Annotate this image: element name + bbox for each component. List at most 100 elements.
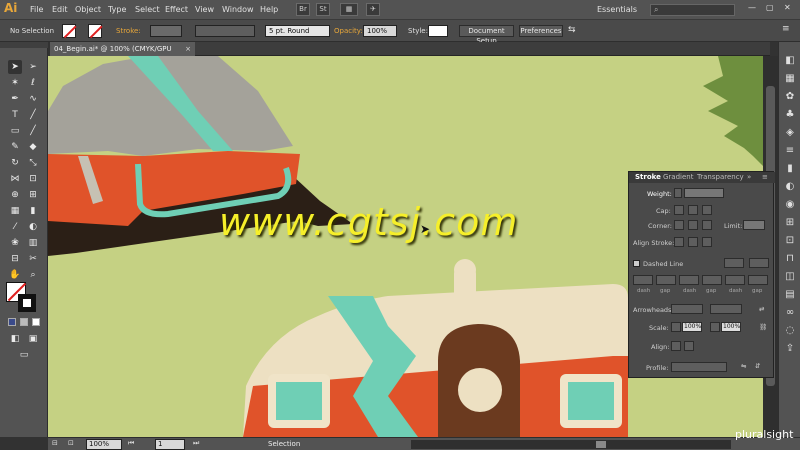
opacity-field[interactable]: 100% xyxy=(363,25,397,37)
stroke-weight-field[interactable] xyxy=(150,25,182,37)
stroke-swatch[interactable] xyxy=(88,24,102,38)
stock-button[interactable]: St xyxy=(316,3,330,16)
round-cap-button[interactable] xyxy=(688,205,698,215)
dash-field-3[interactable] xyxy=(725,275,745,285)
menu-edit[interactable]: Edit xyxy=(52,5,68,14)
horizontal-scrollbar[interactable] xyxy=(411,440,731,449)
stroke-color-icon[interactable] xyxy=(18,294,36,312)
limit-field[interactable] xyxy=(743,220,765,230)
curvature-tool-icon[interactable]: ∿ xyxy=(26,92,40,106)
artboard-tool-icon[interactable]: ⊟ xyxy=(8,252,22,266)
free-transform-tool-icon[interactable]: ⊡ xyxy=(26,172,40,186)
eyedropper-tool-icon[interactable]: ⁄ xyxy=(8,220,22,234)
zoom-tool-icon[interactable]: ⌕ xyxy=(26,268,40,282)
arrow-place-button[interactable] xyxy=(684,341,694,351)
perspective-grid-tool-icon[interactable]: ⊞ xyxy=(26,188,40,202)
menu-object[interactable]: Object xyxy=(75,5,101,14)
variable-width-profile[interactable] xyxy=(195,25,255,37)
selection-tool-icon[interactable]: ➤ xyxy=(8,60,22,74)
transparency-alt-panel-icon[interactable]: ◌ xyxy=(783,324,797,338)
horizontal-scroll-thumb[interactable] xyxy=(596,441,606,448)
transform-panel-icon[interactable]: ⊡ xyxy=(783,234,797,248)
shaper-tool-icon[interactable]: ✎ xyxy=(8,140,22,154)
direct-selection-tool-icon[interactable]: ➢ xyxy=(26,60,40,74)
appearance-panel-icon[interactable]: ◉ xyxy=(783,198,797,212)
tab-transparency[interactable]: Transparency xyxy=(697,173,744,181)
none-mode-icon[interactable] xyxy=(32,318,40,326)
paintbrush-tool-icon[interactable]: ╱ xyxy=(26,124,40,138)
profile-select[interactable] xyxy=(671,362,727,372)
first-artboard-icon[interactable]: ⏮ xyxy=(128,439,134,448)
align-center-button[interactable] xyxy=(674,237,684,247)
document-tab[interactable]: 04_Begin.ai* @ 100% (CMYK/GPU Preview) × xyxy=(50,42,195,67)
align-options-icon[interactable]: ⇆ xyxy=(568,25,576,35)
menu-window[interactable]: Window xyxy=(222,5,254,14)
close-window-button[interactable]: ✕ xyxy=(784,3,791,12)
menu-effect[interactable]: Effect xyxy=(165,5,188,14)
dash-field-2[interactable] xyxy=(679,275,699,285)
bevel-join-button[interactable] xyxy=(702,220,712,230)
align-panel-icon[interactable]: ⊞ xyxy=(783,216,797,230)
round-join-button[interactable] xyxy=(688,220,698,230)
align-dash-button[interactable] xyxy=(749,258,769,268)
swap-arrowheads-icon[interactable]: ⇄ xyxy=(759,305,764,313)
magic-wand-tool-icon[interactable]: ✶ xyxy=(8,76,22,90)
color-mode-icon[interactable] xyxy=(8,318,16,326)
gradient-mode-icon[interactable] xyxy=(20,318,28,326)
mesh-tool-icon[interactable]: ▦ xyxy=(8,204,22,218)
transparency-panel-icon[interactable]: ◐ xyxy=(783,180,797,194)
graph-tool-icon[interactable]: ▥ xyxy=(26,236,40,250)
search-input[interactable]: ⌕ xyxy=(650,4,735,16)
dash-field-1[interactable] xyxy=(633,275,653,285)
stroke-label[interactable]: Stroke: xyxy=(116,27,141,35)
pathfinder-panel-icon[interactable]: ⊓ xyxy=(783,252,797,266)
symbol-sprayer-tool-icon[interactable]: ❀ xyxy=(8,236,22,250)
document-setup-button[interactable]: Document Setup xyxy=(459,25,514,45)
square-cap-button[interactable] xyxy=(702,205,712,215)
workspace-switcher[interactable]: Essentials xyxy=(597,5,637,14)
shape-builder-tool-icon[interactable]: ⊕ xyxy=(8,188,22,202)
gap-field-2[interactable] xyxy=(702,275,722,285)
weight-stepper[interactable] xyxy=(674,188,682,198)
zoom-field[interactable]: 100% xyxy=(86,439,122,450)
arrowhead-start-select[interactable] xyxy=(671,304,703,314)
miter-join-button[interactable] xyxy=(674,220,684,230)
width-tool-icon[interactable]: ⋈ xyxy=(8,172,22,186)
artboard-number-field[interactable]: 1 xyxy=(155,439,185,450)
pen-tool-icon[interactable]: ✒ xyxy=(8,92,22,106)
tools-panel-header[interactable] xyxy=(0,42,48,48)
links-panel-icon[interactable]: ∞ xyxy=(783,306,797,320)
rotate-tool-icon[interactable]: ↻ xyxy=(8,156,22,170)
opacity-label[interactable]: Opacity: xyxy=(334,27,363,35)
color-panel-icon[interactable]: ◧ xyxy=(783,54,797,68)
panel-menu-icon[interactable]: ≡ xyxy=(762,173,768,181)
draw-mode-icon[interactable]: ◧ xyxy=(8,332,22,346)
butt-cap-button[interactable] xyxy=(674,205,684,215)
dashed-line-checkbox[interactable] xyxy=(633,260,640,267)
align-inside-button[interactable] xyxy=(688,237,698,247)
clip-icon[interactable]: ⊡ xyxy=(68,439,74,447)
tab-gradient[interactable]: Gradient xyxy=(663,173,693,181)
blend-tool-icon[interactable]: ◐ xyxy=(26,220,40,234)
control-menu-icon[interactable]: ≡ xyxy=(782,24,790,34)
scale-end-field[interactable]: 100% xyxy=(721,322,741,332)
close-tab-icon[interactable]: × xyxy=(185,42,191,56)
panel-collapse-icon[interactable]: » xyxy=(747,173,751,181)
fill-swatch[interactable] xyxy=(62,24,76,38)
slice-tool-icon[interactable]: ✂ xyxy=(26,252,40,266)
scale-end-stepper[interactable] xyxy=(710,322,720,332)
graphic-styles-panel-icon[interactable]: ◈ xyxy=(783,126,797,140)
scale-tool-icon[interactable]: ⤡ xyxy=(26,156,40,170)
screen-size-icon[interactable]: ⊟ xyxy=(52,439,58,447)
arrange-documents-icon[interactable]: ▦ xyxy=(340,3,358,16)
gradient-tool-icon[interactable]: ▮ xyxy=(26,204,40,218)
menu-view[interactable]: View xyxy=(195,5,214,14)
gradient-panel-icon[interactable]: ▮ xyxy=(783,162,797,176)
asset-export-panel-icon[interactable]: ⇪ xyxy=(783,342,797,356)
brush-definition[interactable]: 5 pt. Round xyxy=(265,25,330,37)
menu-type[interactable]: Type xyxy=(108,5,126,14)
preserve-dash-button[interactable] xyxy=(724,258,744,268)
draw-inside-icon[interactable]: ▣ xyxy=(26,332,40,346)
weight-field[interactable] xyxy=(684,188,724,198)
screen-mode-icon[interactable]: ▭ xyxy=(17,348,31,362)
